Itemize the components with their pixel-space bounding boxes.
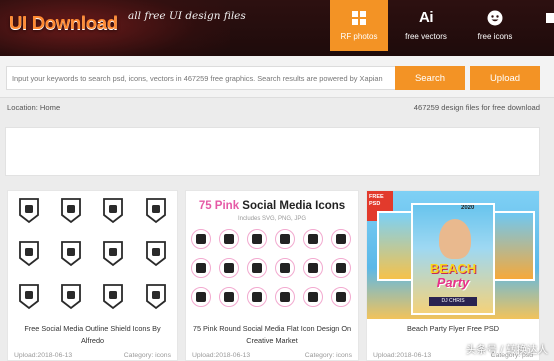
search-input[interactable]	[6, 66, 395, 90]
linkedin-icon	[219, 258, 239, 278]
watermark: 头条号 / 转换达人	[465, 344, 548, 356]
youtube-text-icon	[191, 287, 211, 307]
vine-icon	[303, 258, 323, 278]
tab-rf-photos-label: RF photos	[340, 32, 378, 41]
dribbble-icon	[219, 287, 239, 307]
twitter-icon	[191, 258, 211, 278]
upload-date: Upload:2018-06-13	[192, 352, 251, 359]
blogger-icon	[18, 283, 40, 310]
card-thumbnail[interactable]	[8, 191, 177, 319]
card-title[interactable]: 75 Pink Round Social Media Flat Icon Des…	[190, 323, 354, 347]
stumbleupon-icon	[247, 287, 267, 307]
thumb-title: 75 Pink Social Media Icons	[198, 200, 346, 212]
flyer-dj: DJ CHRIS	[429, 297, 477, 306]
logo-tagline: all free UI design files	[128, 10, 246, 22]
site-logo[interactable]: UI Download	[9, 12, 118, 34]
dribbble-icon	[60, 283, 82, 310]
twitter-icon	[18, 197, 40, 224]
card-thumbnail[interactable]: 75 Pink Social Media Icons Includes SVG,…	[186, 191, 358, 319]
category: Category: icons	[123, 352, 171, 359]
feed-icon	[219, 229, 239, 249]
search-bar: Search Upload	[0, 56, 554, 98]
feed-icon	[102, 197, 124, 224]
tab-free-vectors[interactable]: Ai free vectors	[396, 0, 456, 51]
youtube-icon	[145, 240, 167, 267]
tab-rf-photos[interactable]: RF photos	[330, 0, 388, 51]
card-beach-flyer[interactable]: FREE PSD 2020 BEACH Party DJ CHRIS Beach…	[366, 190, 540, 361]
flyer-back-right	[489, 211, 535, 281]
thumb-subtitle: Includes SVG, PNG, JPG	[237, 216, 307, 222]
upload-button[interactable]: Upload	[470, 66, 540, 90]
smiley-icon	[465, 9, 525, 26]
upload-date: Upload:2018-06-13	[14, 352, 73, 359]
more-icon	[543, 9, 554, 26]
card-pink-icons[interactable]: 75 Pink Social Media Icons Includes SVG,…	[185, 190, 359, 361]
tab-more[interactable]	[543, 0, 554, 51]
flyer-word-beach: BEACH	[429, 261, 477, 276]
vimeo-icon	[247, 258, 267, 278]
card-shield-icons[interactable]: Free Social Media Outline Shield Icons B…	[7, 190, 178, 361]
snapchat-icon	[303, 229, 323, 249]
behance-icon	[102, 283, 124, 310]
youtube-icon	[275, 229, 295, 249]
google-plus-icon	[331, 287, 351, 307]
breadcrumb: Location: Home	[7, 103, 61, 112]
ai-icon: Ai	[419, 9, 434, 26]
skype-icon	[247, 229, 267, 249]
skype-icon	[60, 197, 82, 224]
tab-free-icons[interactable]: free icons	[465, 0, 525, 51]
snapchat-icon	[18, 240, 40, 267]
phone-icon	[331, 229, 351, 249]
instagram-icon	[303, 287, 323, 307]
file-count: 467259 design files for free download	[413, 103, 540, 112]
card-title[interactable]: Beach Party Flyer Free PSD	[371, 323, 535, 335]
card-meta: Upload:2018-06-13 Category: icons	[192, 352, 352, 359]
tumblr-icon	[275, 287, 295, 307]
tab-free-vectors-label: free vectors	[405, 32, 447, 41]
ad-banner	[5, 127, 540, 176]
upload-date: Upload:2018-06-13	[373, 352, 432, 359]
search-button[interactable]: Search	[395, 66, 465, 90]
flyer-front: 2020 BEACH Party DJ CHRIS	[411, 203, 495, 315]
flyer-year: 2020	[461, 205, 475, 211]
flyer-poster: FREE PSD 2020 BEACH Party DJ CHRIS	[367, 191, 539, 319]
category: Category: icons	[304, 352, 352, 359]
facebook-icon	[191, 229, 211, 249]
reddit-icon	[145, 197, 167, 224]
flickr-icon	[275, 258, 295, 278]
messenger-icon	[331, 258, 351, 278]
card-title[interactable]: Free Social Media Outline Shield Icons B…	[12, 323, 173, 347]
google-plus-icon	[102, 240, 124, 267]
card-meta: Upload:2018-06-13 Category: icons	[14, 352, 171, 359]
instagram-icon	[60, 240, 82, 267]
flyer-word-party: Party	[436, 275, 470, 290]
github-icon	[145, 283, 167, 310]
grid-icon	[330, 9, 388, 26]
flyer-person	[439, 219, 471, 259]
tab-free-icons-label: free icons	[477, 32, 513, 41]
site-header: UI Download all free UI design files RF …	[0, 0, 554, 56]
card-thumbnail[interactable]: FREE PSD 2020 BEACH Party DJ CHRIS	[367, 191, 539, 319]
